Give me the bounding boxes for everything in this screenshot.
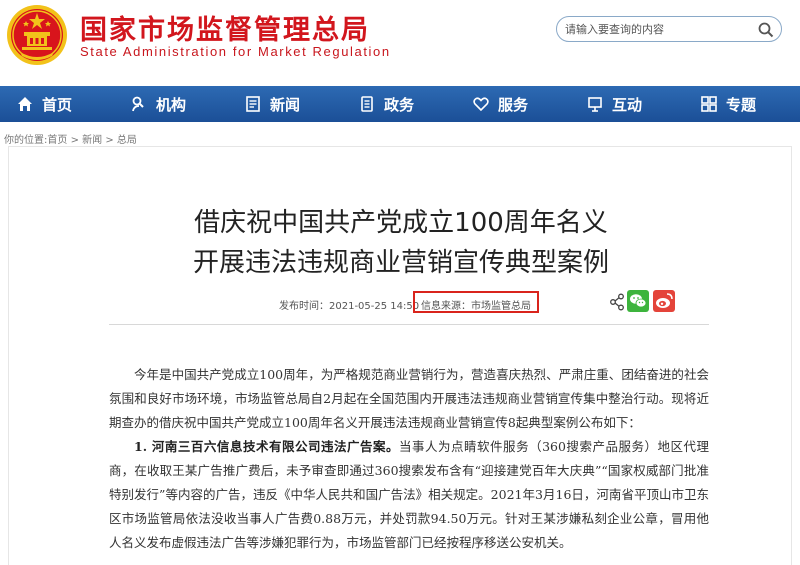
article-title-line2: 开展违法违规商业营销宣传典型案例 [192,248,609,278]
meta-divider [109,324,709,325]
site-title-english: State Administration for Market Regulati… [80,44,391,59]
nav-item-label: 政务 [384,95,415,114]
breadcrumb-home[interactable]: 首页 [47,135,67,146]
nav-item-service[interactable]: 服务 [472,86,528,122]
article-meta: 发布时间：2021-05-25 14:50 信息来源：市场监管总局 [9,290,793,313]
news-icon [246,96,260,112]
nav-item-label: 机构 [156,95,187,114]
nav-item-label: 首页 [42,95,73,114]
nav-item-label: 专题 [726,95,757,114]
topic-icon [701,96,717,112]
nav-item-label: 新闻 [270,95,301,114]
publish-time: 发布时间：2021-05-25 14:50 [279,301,420,312]
share-icon[interactable] [609,293,625,311]
service-icon [473,97,489,112]
article-paragraph: 今年是中国共产党成立100周年，为严格规范商业营销行为，营造喜庆热烈、严肃庄重、… [109,367,709,430]
breadcrumb-separator: > [70,135,79,146]
breadcrumb-separator: > [105,135,114,146]
main-nav: 首页 机构 新闻 政务 服务 互动 专题 [0,86,800,122]
article-body: 今年是中国共产党成立100周年，为严格规范商业营销行为，营造喜庆热烈、严肃庄重、… [109,363,709,555]
article-title: 借庆祝中国共产党成立100周年名义 开展违法违规商业营销宣传典型案例 [9,203,793,283]
case-lead: 1. 河南三百六信息技术有限公司违法广告案。 [134,439,400,454]
search-icon[interactable] [757,21,775,39]
article-paragraph-case1: 1. 河南三百六信息技术有限公司违法广告案。当事人为点睛软件服务（360搜索产品… [109,435,709,555]
breadcrumb-prefix: 你的位置: [4,135,48,146]
nav-item-news[interactable]: 新闻 [244,86,300,122]
article-source: 信息来源：市场监管总局 [413,291,539,313]
nav-item-org[interactable]: 机构 [130,86,186,122]
case-text: 当事人为点睛软件服务（360搜索产品服务）地区代理商，在收取王某广告推广费后，未… [109,439,709,550]
article-panel: 借庆祝中国共产党成立100周年名义 开展违法违规商业营销宣传典型案例 发布时间：… [8,146,792,565]
breadcrumb-news[interactable]: 新闻 [82,135,102,146]
search-box [556,16,782,42]
site-header: 国家市场监督管理总局 State Administration for Mark… [0,0,800,82]
wechat-icon[interactable] [627,290,649,312]
nav-item-label: 互动 [612,95,643,114]
government-icon [361,96,373,112]
nav-item-government[interactable]: 政务 [358,86,414,122]
article-title-line1: 借庆祝中国共产党成立100周年名义 [194,208,608,238]
org-icon [132,96,144,112]
home-icon [18,97,32,111]
national-emblem-icon[interactable] [6,4,68,66]
site-title-chinese: 国家市场监督管理总局 [80,15,370,46]
search-input[interactable] [565,21,755,38]
weibo-icon[interactable] [653,290,675,312]
breadcrumb: 你的位置:首页 > 新闻 > 总局 [4,131,137,146]
breadcrumb-hq[interactable]: 总局 [117,135,137,146]
nav-item-label: 服务 [498,95,529,114]
interaction-icon [588,97,602,112]
nav-item-topic[interactable]: 专题 [700,86,756,122]
nav-item-interaction[interactable]: 互动 [586,86,642,122]
nav-item-home[interactable]: 首页 [16,86,72,122]
